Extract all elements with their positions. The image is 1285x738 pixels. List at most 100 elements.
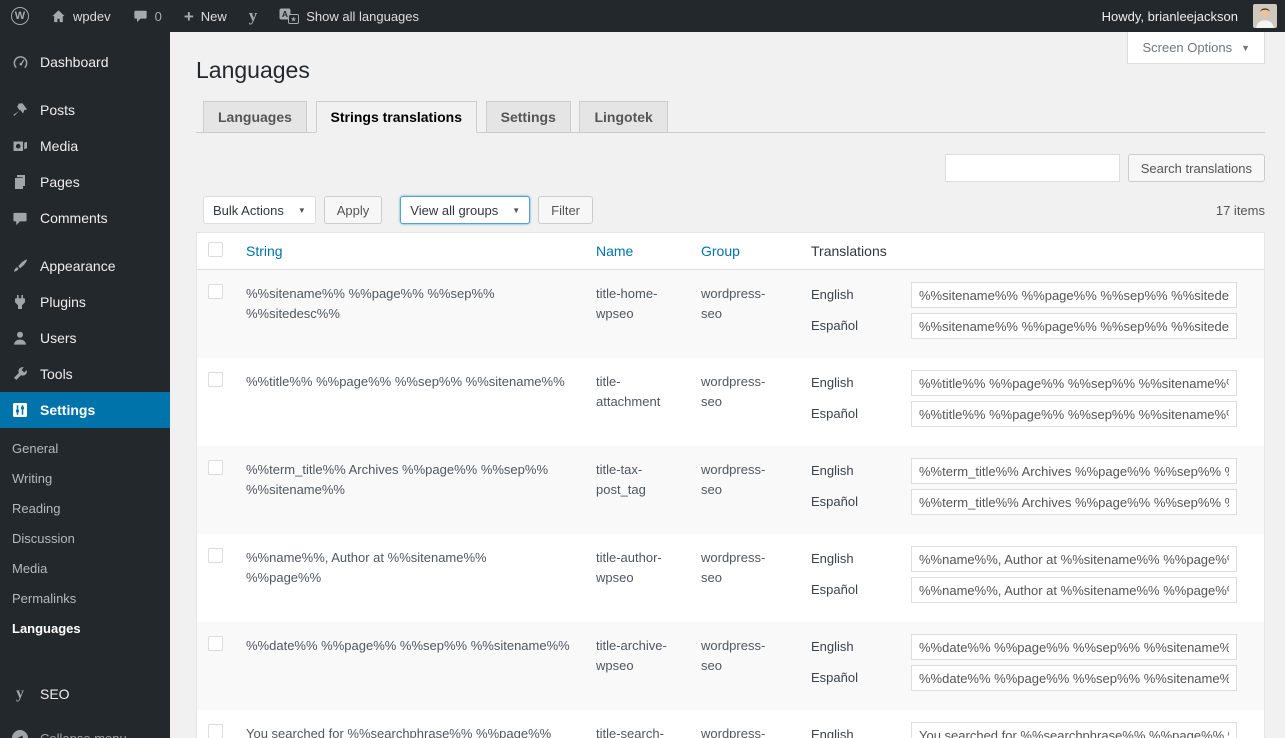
search-translations-button[interactable]: Search translations xyxy=(1128,154,1265,182)
name-cell: title-archive- wpseo xyxy=(596,634,701,696)
translation-input[interactable] xyxy=(911,577,1237,603)
column-header-group[interactable]: Group xyxy=(701,243,740,259)
language-label: English xyxy=(811,370,911,396)
howdy-label: Howdy, brianleejackson xyxy=(1102,9,1238,24)
main-content: Screen Options ▼ Languages Languages Str… xyxy=(170,32,1285,738)
settings-sliders-icon xyxy=(10,402,30,418)
translation-input[interactable] xyxy=(911,665,1237,691)
site-menu[interactable]: wpdev xyxy=(40,0,122,32)
collapse-menu-label: Collapse menu xyxy=(40,731,127,738)
sidebar-item-dashboard[interactable]: Dashboard xyxy=(0,44,170,80)
sidebar-item-users[interactable]: Users xyxy=(0,320,170,356)
translation-input[interactable] xyxy=(911,546,1237,572)
language-label: English xyxy=(811,546,911,572)
sidebar-item-seo[interactable]: y SEO xyxy=(0,676,170,712)
translation-input[interactable] xyxy=(911,489,1237,515)
wordpress-logo-icon: W xyxy=(11,7,29,25)
wordpress-logo-menu[interactable]: W xyxy=(0,0,40,32)
submenu-item-reading[interactable]: Reading xyxy=(0,494,170,524)
group-cell: wordpress- seo xyxy=(701,370,811,432)
collapse-menu-button[interactable]: ◀ Collapse menu xyxy=(0,720,170,738)
submenu-item-writing[interactable]: Writing xyxy=(0,464,170,494)
name-cell: title-tax- post_tag xyxy=(596,458,701,520)
translate-icon: A★ xyxy=(279,8,299,24)
site-name: wpdev xyxy=(73,9,111,24)
comments-menu[interactable]: 0 xyxy=(122,0,173,32)
sidebar-item-media[interactable]: Media xyxy=(0,128,170,164)
string-cell: %%name%%, Author at %%sitename%% %%page%… xyxy=(246,546,596,608)
sidebar-item-tools[interactable]: Tools xyxy=(0,356,170,392)
row-checkbox[interactable] xyxy=(208,284,223,299)
row-checkbox[interactable] xyxy=(208,548,223,563)
yoast-icon: y xyxy=(10,685,30,703)
bulk-actions-select[interactable]: Bulk Actions ▼ xyxy=(203,196,316,224)
translation-input[interactable] xyxy=(911,401,1237,427)
translation-input[interactable] xyxy=(911,313,1237,339)
sidebar-item-label: Dashboard xyxy=(40,54,109,70)
translation-input[interactable] xyxy=(911,458,1237,484)
account-menu[interactable]: Howdy, brianleejackson xyxy=(1091,0,1277,32)
translation-input[interactable] xyxy=(911,282,1237,308)
name-cell: title-author- wpseo xyxy=(596,546,701,608)
screen-options-button[interactable]: Screen Options ▼ xyxy=(1127,32,1265,64)
row-checkbox[interactable] xyxy=(208,372,223,387)
group-cell: wordpress- seo xyxy=(701,458,811,520)
page-title: Languages xyxy=(196,32,1265,85)
sidebar-item-plugins[interactable]: Plugins xyxy=(0,284,170,320)
languages-filter-menu[interactable]: A★ Show all languages xyxy=(268,0,430,32)
sidebar-separator xyxy=(0,236,170,248)
submenu-item-discussion[interactable]: Discussion xyxy=(0,524,170,554)
row-checkbox[interactable] xyxy=(208,724,223,738)
sidebar-item-posts[interactable]: Posts xyxy=(0,92,170,128)
tab-languages[interactable]: Languages xyxy=(203,101,307,133)
chevron-down-icon: ▼ xyxy=(1241,43,1250,53)
group-cell: wordpress- seo xyxy=(701,634,811,696)
table-row: %%name%%, Author at %%sitename%% %%page%… xyxy=(197,534,1264,622)
language-label: English xyxy=(811,282,911,308)
tab-strings-translations[interactable]: Strings translations xyxy=(316,101,477,133)
sidebar-item-pages[interactable]: Pages xyxy=(0,164,170,200)
submenu-item-languages[interactable]: Languages xyxy=(0,614,170,644)
view-groups-label: View all groups xyxy=(410,203,498,218)
group-cell: wordpress- seo xyxy=(701,722,811,738)
filter-button[interactable]: Filter xyxy=(538,196,593,224)
new-label: New xyxy=(201,9,227,24)
language-label: English xyxy=(811,458,911,484)
items-count: 17 items xyxy=(1216,203,1265,218)
translation-input[interactable] xyxy=(911,634,1237,660)
sidebar-item-settings[interactable]: Settings xyxy=(0,392,170,428)
apply-button[interactable]: Apply xyxy=(324,196,383,224)
strings-table: String Name Group Translations %%sitenam… xyxy=(196,232,1265,738)
sidebar-item-appearance[interactable]: Appearance xyxy=(0,248,170,284)
admin-sidebar: Dashboard Posts Media Pages Comments App… xyxy=(0,32,170,738)
media-icon xyxy=(10,138,30,154)
submenu-item-media[interactable]: Media xyxy=(0,554,170,584)
comments-icon xyxy=(10,211,30,226)
language-label: English xyxy=(811,634,911,660)
tab-lingotek[interactable]: Lingotek xyxy=(579,101,667,133)
translation-input[interactable] xyxy=(911,722,1237,738)
new-content-menu[interactable]: + New xyxy=(173,0,238,32)
tab-settings[interactable]: Settings xyxy=(486,101,571,133)
string-cell: %%title%% %%page%% %%sep%% %%sitename%% xyxy=(246,370,596,432)
collapse-arrow-icon: ◀ xyxy=(10,730,30,738)
submenu-item-permalinks[interactable]: Permalinks xyxy=(0,584,170,614)
select-all-checkbox[interactable] xyxy=(208,242,223,257)
submenu-item-general[interactable]: General xyxy=(0,434,170,464)
pages-icon xyxy=(10,174,30,190)
view-groups-select[interactable]: View all groups ▼ xyxy=(400,196,530,224)
chevron-down-icon: ▼ xyxy=(512,206,520,215)
wrench-icon xyxy=(10,366,30,382)
column-header-name[interactable]: Name xyxy=(596,243,633,259)
row-checkbox[interactable] xyxy=(208,460,223,475)
plus-icon: + xyxy=(184,8,194,25)
sidebar-item-label: Settings xyxy=(40,402,95,418)
sidebar-item-comments[interactable]: Comments xyxy=(0,200,170,236)
yoast-icon: y xyxy=(249,6,258,26)
translation-input[interactable] xyxy=(911,370,1237,396)
yoast-seo-menu[interactable]: y xyxy=(238,0,269,32)
row-checkbox[interactable] xyxy=(208,636,223,651)
search-input[interactable] xyxy=(945,154,1120,182)
column-header-string[interactable]: String xyxy=(246,243,283,259)
name-cell: title-home- wpseo xyxy=(596,282,701,344)
